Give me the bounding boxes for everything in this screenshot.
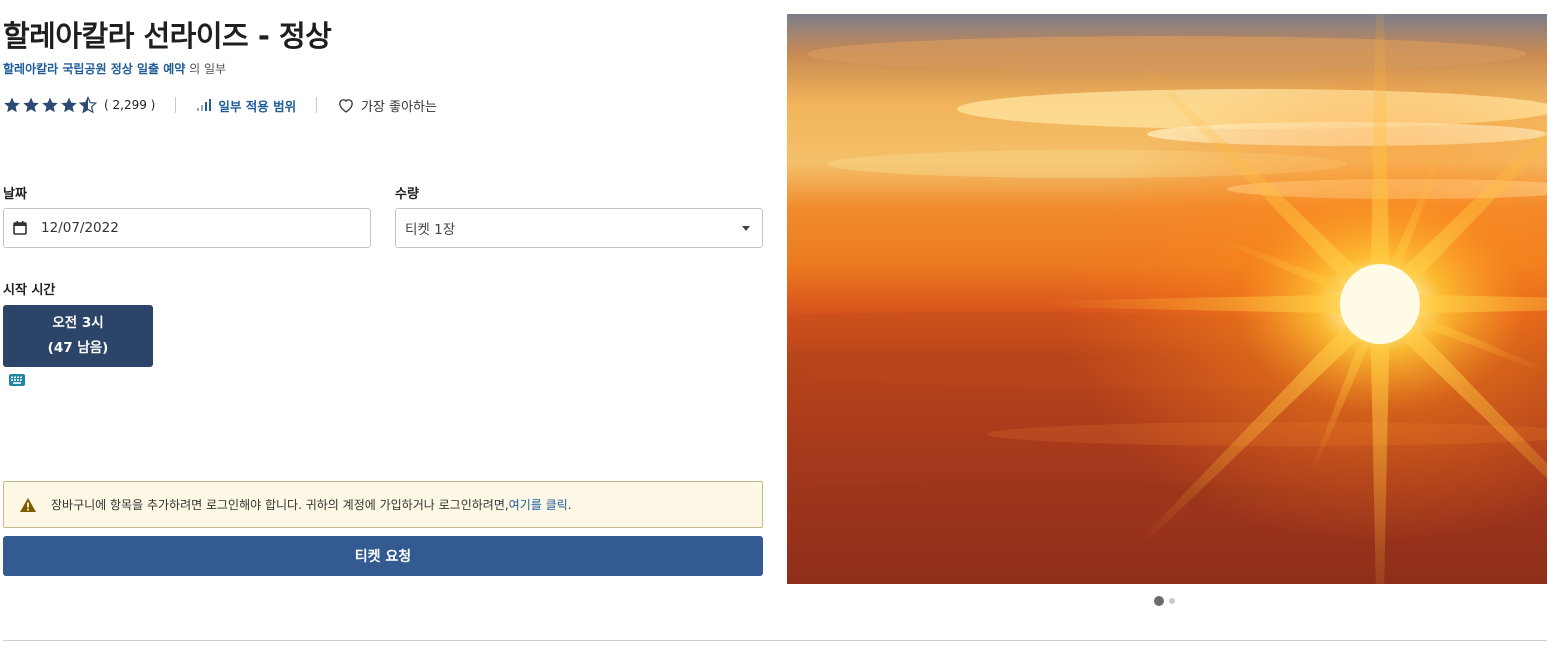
time-slot-time: 오전 3시 [52,315,104,331]
coverage-link[interactable]: 일부 적용 범위 [196,96,296,115]
request-tickets-button[interactable]: 티켓 요청 [3,536,763,576]
page-title: 할레아칼라 선라이즈 - 정상 [3,19,332,53]
quantity-select[interactable]: 티켓 1장 [395,208,763,248]
review-count[interactable]: ( 2,299 ) [104,98,155,112]
time-slot-remaining: (47 남음) [47,340,109,356]
alert-end: . [567,497,572,512]
favorite-label: 가장 좋아하는 [361,99,437,115]
heart-outline-icon [339,99,353,113]
signal-bars-icon [197,99,212,111]
favorite-button[interactable]: 가장 좋아하는 [337,96,437,115]
quantity-label: 수량 [395,187,419,202]
warning-icon [19,497,37,513]
half-star-icon [79,96,97,114]
calendar-icon [12,220,28,236]
parent-product-suffix: 의 일부 [185,62,227,76]
login-link[interactable]: 여기를 클릭 [509,496,568,513]
product-photo[interactable] [787,14,1547,584]
quantity-value: 티켓 1장 [405,222,456,238]
login-alert: 장바구니에 항목을 추가하려면 로그인해야 합니다. 귀하의 계정에 가입하거나… [3,481,763,528]
carousel-dot[interactable] [1154,596,1164,606]
parent-product-link[interactable]: 할레아칼라 국립공원 정상 일출 예약 [3,62,185,76]
section-divider [3,640,1547,641]
star-icon [61,97,77,113]
star-icon [23,97,39,113]
carousel-dot[interactable] [1169,598,1175,604]
divider [316,97,318,113]
carousel-dots [1154,596,1175,606]
product-meta-row: ( 2,299 ) 일부 적용 범위 가장 좋아하는 [3,94,437,116]
date-label: 날짜 [3,187,27,202]
coverage-label: 일부 적용 범위 [218,98,297,114]
star-icon [42,97,58,113]
star-icon [4,97,20,113]
keyboard-icon[interactable] [9,371,25,390]
divider [175,97,177,113]
alert-text: 장바구니에 항목을 추가하려면 로그인해야 합니다. 귀하의 계정에 가입하거나… [51,498,509,512]
start-time-label: 시작 시간 [3,283,56,298]
parent-product-line: 할레아칼라 국립공원 정상 일출 예약 의 일부 [3,60,226,77]
time-slot-button[interactable]: 오전 3시 (47 남음) [3,305,153,367]
date-picker[interactable]: 12/07/2022 [3,208,371,248]
chevron-down-icon [742,225,750,231]
star-rating[interactable]: ( 2,299 ) [3,96,155,114]
date-value: 12/07/2022 [41,220,119,236]
